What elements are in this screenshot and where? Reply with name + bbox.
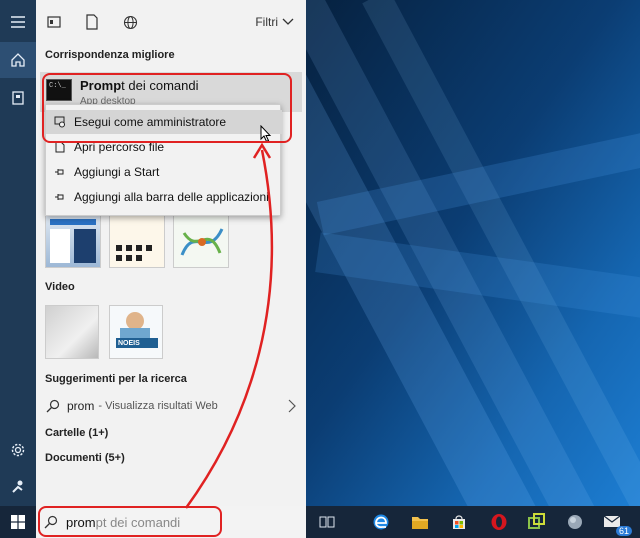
opera-browser-icon[interactable] [486,510,512,534]
search-icon [46,399,60,413]
vmware-icon[interactable] [524,510,550,534]
pin-to-taskbar-label: Aggiungi alla barra delle applicazioni [74,190,269,204]
result-thumbnail[interactable] [45,214,101,268]
pin-icon [55,169,64,175]
chevron-right-icon [288,399,296,413]
video-thumbnail[interactable] [45,305,99,359]
desktop-background [306,0,640,506]
file-explorer-icon[interactable] [407,510,433,534]
mail-icon[interactable]: 61 [600,510,632,536]
start-rail [0,0,36,506]
video-header: Video [45,281,75,293]
notebook-icon[interactable] [0,80,36,116]
thumbnail-logo-text: NOEIS [118,340,140,347]
folders-result[interactable]: Cartelle (1+) [45,427,108,439]
app-blurred-icon[interactable] [562,510,588,534]
filters-dropdown[interactable]: Filtri [255,15,294,29]
filters-label: Filtri [255,15,278,29]
web-globe-icon[interactable] [121,13,139,31]
mail-badge: 61 [615,526,632,536]
chevron-down-icon [282,18,294,25]
home-icon[interactable] [0,42,36,78]
apps-filter-icon[interactable] [45,13,63,31]
search-suggestions-header: Suggerimenti per la ricerca [45,373,187,385]
store-icon[interactable] [446,510,472,534]
best-match-header: Corrispondenza migliore [45,49,175,61]
documents-filter-icon[interactable] [83,13,101,31]
suggestion-query: prom [67,399,95,413]
pin-to-taskbar-item[interactable]: Aggiungi alla barra delle applicazioni [46,185,282,209]
settings-gear-icon[interactable] [0,432,36,468]
edge-browser-icon[interactable] [368,510,394,534]
pin-icon [55,194,64,200]
annotation-highlight-box [38,506,222,537]
hamburger-menu-icon[interactable] [0,4,36,40]
video-thumbnail[interactable]: NOEIS [109,305,163,359]
suggestion-description: - Visualizza risultati Web [98,400,218,412]
filter-bar: Filtri [36,0,306,44]
web-suggestion-row[interactable]: prom - Visualizza risultati Web [36,394,306,418]
feedback-icon[interactable] [0,468,36,504]
task-view-icon[interactable] [314,510,340,534]
pin-to-start-item[interactable]: Aggiungi a Start [46,160,282,184]
pin-to-start-label: Aggiungi a Start [74,165,160,179]
annotation-highlight-box [42,73,292,143]
result-thumbnail[interactable] [109,214,165,268]
windows-start-icon[interactable] [0,506,36,538]
documents-result[interactable]: Documenti (5+) [45,452,125,464]
result-thumbnail[interactable] [173,214,229,268]
